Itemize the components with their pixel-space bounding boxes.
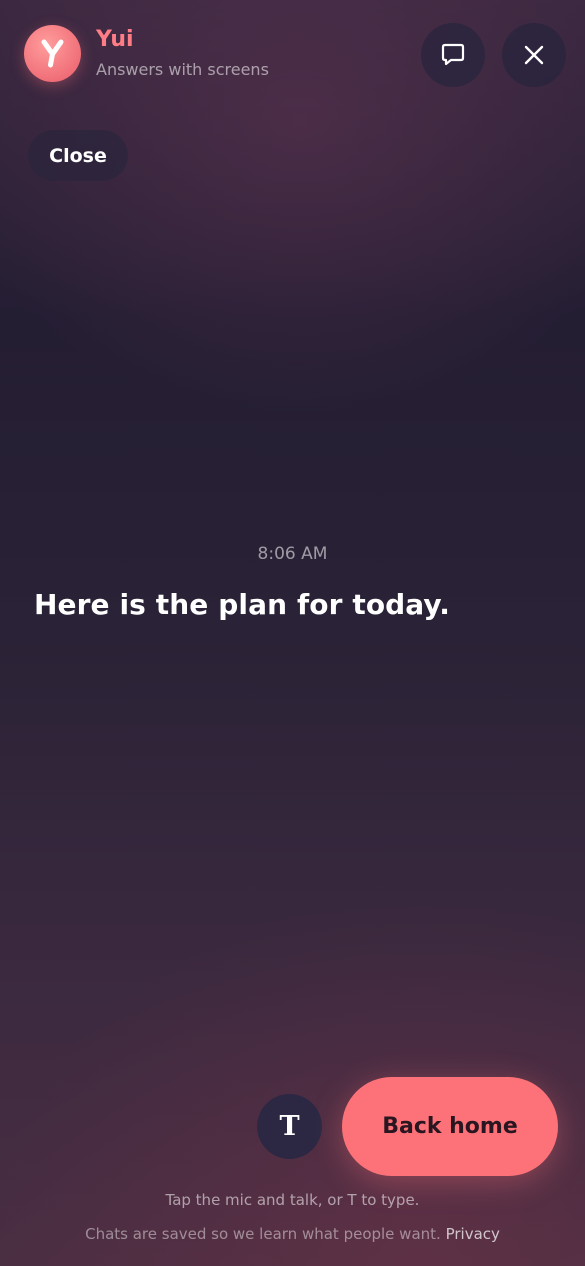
input-hint: Tap the mic and talk, or T to type. bbox=[165, 1191, 420, 1209]
close-icon bbox=[524, 45, 544, 65]
yui-logo-icon bbox=[41, 39, 64, 68]
bot-avatar bbox=[24, 25, 81, 82]
back-home-button[interactable]: Back home bbox=[342, 1077, 558, 1176]
close-x-button[interactable] bbox=[502, 23, 566, 87]
message-timestamp: 8:06 AM bbox=[257, 544, 328, 564]
privacy-link[interactable]: Privacy bbox=[446, 1225, 500, 1243]
chat-header: Yui Answers with screens bbox=[0, 0, 585, 110]
footer-notice: Chats are saved so we learn what people … bbox=[0, 1225, 585, 1243]
close-button[interactable]: Close bbox=[28, 130, 128, 181]
footer-text: Chats are saved so we learn what people … bbox=[85, 1225, 441, 1243]
bot-message: Here is the plan for today. bbox=[34, 588, 450, 621]
bot-subtitle: Answers with screens bbox=[96, 60, 269, 79]
chat-bubble-icon bbox=[441, 43, 465, 66]
type-mode-button[interactable]: T bbox=[257, 1094, 322, 1159]
bot-name: Yui bbox=[96, 27, 134, 52]
chat-history-button[interactable] bbox=[421, 23, 485, 87]
